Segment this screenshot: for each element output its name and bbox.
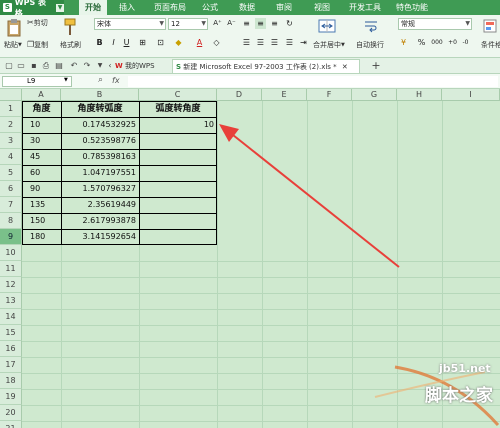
align-center-icon[interactable]: ☰ <box>255 37 266 48</box>
align-left-icon[interactable]: ☰ <box>241 37 252 48</box>
wps-logo-icon: S <box>3 3 12 12</box>
quick-access-bar: ▢ ▭ ▪ ⎙ ▤ ↶ ↷ ▼ ‹ W 我的WPS S 新建 Microsoft… <box>0 58 500 74</box>
open-folder-icon[interactable]: ▭ <box>15 60 27 72</box>
watermark-name: 脚本之家 <box>425 386 493 406</box>
watermark: jb51.net 脚本之家 <box>365 357 500 428</box>
tab-review[interactable]: 审阅 <box>273 0 295 15</box>
print-icon[interactable]: ⎙ <box>40 60 52 72</box>
conditional-format-icon[interactable] <box>483 19 497 33</box>
conditional-format-button[interactable]: 条件格 <box>481 40 500 50</box>
format-painter-icon[interactable] <box>63 18 77 36</box>
align-middle-icon[interactable]: ≡ <box>255 18 266 29</box>
format-painter-button[interactable]: 格式刷 <box>60 40 81 50</box>
align-top-icon[interactable]: ≡ <box>241 18 252 29</box>
ribbon: ✂ 剪切 粘贴 ▼ ❐ 复制 格式刷 宋体 ▼ 12 ▼ A⁺ A⁻ B I U ⊞ ⊡ … <box>0 15 500 58</box>
font-size-select[interactable]: 12 ▼ <box>168 18 208 30</box>
align-right-icon[interactable]: ☰ <box>269 37 280 48</box>
paste-button[interactable]: 粘贴 ▼ <box>4 40 22 50</box>
indent-icon[interactable]: ⇥ <box>298 37 309 48</box>
justify-icon[interactable]: ☰ <box>284 37 295 48</box>
italic-button[interactable]: I <box>108 37 119 48</box>
shrink-font-button[interactable]: A⁻ <box>226 18 237 29</box>
menu-bar: S WPS 表格 ▼ 开始 插入 页面布局 公式 数据 审阅 视图 开发工具 特… <box>0 0 500 18</box>
name-box[interactable]: L9 <box>2 76 72 87</box>
font-name-select[interactable]: 宋体 ▼ <box>94 18 166 30</box>
chevron-down-icon[interactable]: ▼ <box>64 77 68 83</box>
merge-center-button[interactable]: 合并居中 ▼ <box>313 40 345 50</box>
redo-icon[interactable]: ↷ <box>81 60 93 72</box>
decrease-decimal-icon[interactable]: -0 <box>460 37 471 48</box>
tab-features[interactable]: 特色功能 <box>394 0 430 15</box>
save-icon[interactable]: ▪ <box>28 60 40 72</box>
formula-bar: L9 ▼ ⌕ fx <box>0 74 500 89</box>
merge-center-icon[interactable] <box>318 19 336 33</box>
thousands-button[interactable]: 000 <box>430 37 444 48</box>
paste-icon[interactable] <box>6 19 22 37</box>
tab-data[interactable]: 数据 <box>236 0 258 15</box>
tab-insert[interactable]: 插入 <box>116 0 138 15</box>
fill-color-icon[interactable]: ◆ <box>173 37 184 48</box>
grow-font-button[interactable]: A⁺ <box>212 18 223 29</box>
chevron-down-icon: ▼ <box>201 20 206 27</box>
tab-view[interactable]: 视图 <box>311 0 333 15</box>
copy-button[interactable]: ❐ 复制 <box>27 40 48 50</box>
undo-icon[interactable]: ↶ <box>68 60 80 72</box>
wrap-text-button[interactable]: 自动换行 <box>356 40 384 50</box>
copy-icon: ❐ <box>27 40 35 49</box>
chevron-down-icon: ▼ <box>18 42 22 48</box>
text-direction-icon[interactable]: ↻ <box>284 18 295 29</box>
new-file-icon[interactable]: ▢ <box>3 60 15 72</box>
tab-developer[interactable]: 开发工具 <box>347 0 383 15</box>
merge-cells-icon[interactable]: ⊡ <box>155 37 166 48</box>
clear-format-icon[interactable]: ◇ <box>211 37 222 48</box>
wrap-text-icon[interactable] <box>363 19 379 33</box>
tab-formulas[interactable]: 公式 <box>199 0 221 15</box>
tab-home[interactable]: 开始 <box>79 0 107 15</box>
currency-icon[interactable]: ¥ <box>398 37 409 48</box>
zoom-icon[interactable]: ⌕ <box>98 75 103 85</box>
align-bottom-icon[interactable]: ≡ <box>269 18 280 29</box>
chevron-down-icon: ▼ <box>159 20 164 27</box>
number-format-select[interactable]: 常规 ▼ <box>398 18 472 30</box>
chevron-down-icon: ▼ <box>465 20 470 27</box>
close-icon[interactable]: ✕ <box>342 63 348 71</box>
preview-icon[interactable]: ▤ <box>53 60 65 72</box>
font-color-button[interactable]: A <box>194 37 205 48</box>
cut-button[interactable]: ✂ 剪切 <box>27 18 48 28</box>
tab-document[interactable]: S 新建 Microsoft Excel 97-2003 工作表 (2).xls… <box>172 59 360 73</box>
percent-button[interactable]: % <box>416 37 427 48</box>
spreadsheet-icon: S <box>176 63 182 71</box>
scissors-icon: ✂ <box>27 18 34 27</box>
underline-button[interactable]: U <box>121 37 132 48</box>
bold-button[interactable]: B <box>94 37 105 48</box>
watermark-site: jb51.net <box>439 362 491 375</box>
wps-logo-icon: W <box>115 62 123 70</box>
tab-page-layout[interactable]: 页面布局 <box>152 0 188 15</box>
tab-my-wps[interactable]: W 我的WPS <box>112 59 170 73</box>
border-icon[interactable]: ⊞ <box>137 37 148 48</box>
increase-decimal-icon[interactable]: +0 <box>447 37 458 48</box>
formula-input[interactable] <box>128 76 498 87</box>
function-button[interactable]: fx <box>112 76 120 85</box>
chevron-down-icon: ▼ <box>56 3 64 12</box>
chevron-down-icon: ▼ <box>341 42 345 48</box>
add-tab-icon[interactable]: + <box>370 60 382 72</box>
app-menu-button[interactable]: S WPS 表格 ▼ <box>0 0 64 18</box>
